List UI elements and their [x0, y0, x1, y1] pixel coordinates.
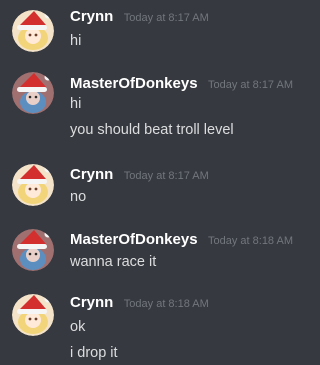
timestamp: Today at 8:18 AM [123, 298, 209, 310]
crynn-avatar[interactable] [12, 164, 54, 206]
message-header: MasterOfDonkeys Today at 8:18 AM [70, 231, 293, 250]
message-text: hi [70, 33, 82, 49]
username[interactable]: MasterOfDonkeys [70, 231, 198, 248]
message-text: hi [70, 96, 82, 112]
message-text: wanna race it [70, 254, 157, 270]
masterofdonkeys-avatar[interactable] [12, 229, 54, 271]
message-text: no [70, 189, 87, 205]
timestamp: Today at 8:17 AM [123, 170, 209, 182]
username[interactable]: Crynn [70, 294, 113, 311]
message-header: MasterOfDonkeys Today at 8:17 AM [70, 75, 293, 94]
message-text: i drop it [70, 345, 118, 361]
message-header: Crynn Today at 8:18 AM [70, 294, 209, 313]
timestamp: Today at 8:18 AM [208, 235, 293, 247]
chat-messages: Crynn Today at 8:17 AM hi MasterOfDonkey… [0, 0, 319, 365]
username[interactable]: Crynn [70, 8, 113, 25]
timestamp: Today at 8:17 AM [123, 12, 209, 24]
username[interactable]: Crynn [70, 166, 113, 183]
timestamp: Today at 8:17 AM [208, 79, 293, 91]
username[interactable]: MasterOfDonkeys [70, 75, 198, 92]
crynn-avatar[interactable] [12, 10, 54, 52]
message-header: Crynn Today at 8:17 AM [70, 166, 209, 185]
message-text: you should beat troll level [70, 122, 234, 138]
message-header: Crynn Today at 8:17 AM [70, 8, 209, 27]
masterofdonkeys-avatar[interactable] [12, 72, 54, 114]
crynn-avatar[interactable] [12, 294, 54, 336]
message-text: ok [70, 319, 86, 335]
